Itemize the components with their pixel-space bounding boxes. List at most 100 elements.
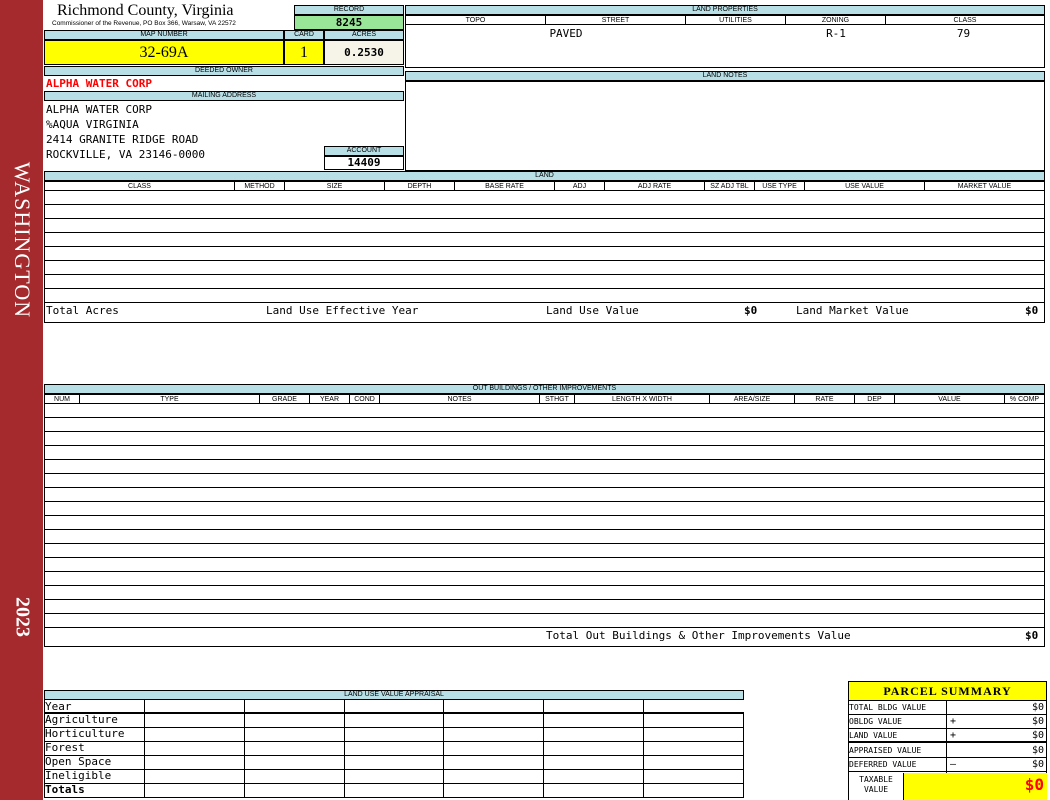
summary-label: APPRAISED VALUE [849, 746, 922, 755]
appraisal-row-label: Ineligible [44, 769, 145, 783]
appraisal-row-label: Open Space [44, 755, 145, 769]
parcel-summary-title: PARCEL SUMMARY [848, 681, 1047, 701]
address-line: ALPHA WATER CORP [46, 103, 152, 116]
address-line: ROCKVILLE, VA 23146-0000 [46, 148, 205, 161]
ob-row-divider [44, 627, 1045, 628]
district-name: WASHINGTON [9, 161, 35, 319]
summary-row-total-bldg: TOTAL BLDG VALUE $0 [848, 701, 1047, 715]
zoning-value: R-1 [826, 27, 846, 40]
land-row-divider [44, 190, 1045, 191]
summary-sign: + [950, 730, 957, 741]
appraisal-row-label: Totals [44, 783, 145, 797]
col-utilities: UTILITIES [686, 16, 786, 25]
taxable-label-line: VALUE [863, 785, 889, 794]
address-line: 2414 GRANITE RIDGE ROAD [46, 133, 199, 146]
tax-year: 2023 [11, 597, 33, 637]
card-label: CARD [284, 30, 324, 40]
appraisal-row-label: Agriculture [44, 713, 145, 727]
land-row-divider [44, 302, 1045, 303]
land-row-divider [44, 288, 1045, 289]
address-line: %AQUA VIRGINIA [46, 118, 139, 131]
summary-value: $0 [1031, 730, 1044, 741]
district-sidebar: WASHINGTON 2023 [0, 0, 43, 800]
ob-row-divider [44, 529, 1045, 530]
summary-value: $0 [1031, 759, 1044, 770]
record-label: RECORD [294, 5, 404, 15]
outbuildings-total-value: $0 [1025, 629, 1039, 642]
acres-label: ACRES [324, 30, 404, 40]
land-properties-table: TOPO STREET UTILITIES ZONING CLASS PAVED… [405, 15, 1045, 68]
appraisal-row-ineligible: Ineligible [44, 769, 744, 783]
taxable-label-line: TAXABLE [859, 775, 893, 784]
map-number-label: MAP NUMBER [44, 30, 284, 40]
appraisal-row-agriculture: Agriculture [44, 713, 744, 727]
ob-row-divider [44, 459, 1045, 460]
land-properties-title: LAND PROPERTIES [405, 5, 1045, 15]
ob-row-divider [44, 585, 1045, 586]
col-class: CLASS [886, 16, 1044, 25]
record-value: 8245 [294, 15, 404, 30]
land-row-divider [44, 246, 1045, 247]
class-value: 79 [956, 27, 971, 40]
land-use-value: $0 [744, 304, 758, 317]
land-market-value: $0 [1025, 304, 1039, 317]
ob-row-divider [44, 403, 1045, 404]
ob-row-divider [44, 417, 1045, 418]
land-row-divider [44, 204, 1045, 205]
appraisal-row-label: Year [44, 700, 145, 713]
deeded-owner-label: DEEDED OWNER [44, 66, 404, 76]
appraisal-row-horticulture: Horticulture [44, 727, 744, 741]
appraisal-row-forest: Forest [44, 741, 744, 755]
land-row-divider [44, 260, 1045, 261]
ob-row-divider [44, 473, 1045, 474]
land-use-value-label: Land Use Value [546, 304, 639, 317]
office-line: Commissioner of the Revenue, PO Box 366,… [52, 20, 236, 27]
card-number: 1 [284, 40, 324, 65]
land-row-divider [44, 232, 1045, 233]
appraisal-row-label: Forest [44, 741, 145, 755]
land-notes-area [405, 81, 1045, 171]
map-number: 32-69A [44, 40, 284, 65]
summary-row-land: LAND VALUE + $0 [848, 729, 1047, 743]
ob-row-divider [44, 515, 1045, 516]
land-use-appraisal-table: Year Agriculture Horticulture Forest Ope… [44, 700, 744, 798]
summary-row-appraised: APPRAISED VALUE $0 [848, 744, 1047, 758]
appraisal-row-year: Year [44, 700, 744, 713]
taxable-value: $0 [903, 773, 1047, 800]
ob-row-divider [44, 543, 1045, 544]
ob-row-divider [44, 599, 1045, 600]
summary-label: LAND VALUE [849, 731, 898, 740]
outbuildings-title: OUT BUILDINGS / OTHER IMPROVEMENTS [44, 384, 1045, 394]
effective-year-label: Land Use Effective Year [266, 304, 419, 317]
ob-row-divider [44, 445, 1045, 446]
outbuildings-total-label: Total Out Buildings & Other Improvements… [546, 629, 851, 642]
summary-label: TOTAL BLDG VALUE [849, 703, 927, 712]
ob-row-divider [44, 557, 1045, 558]
land-notes-title: LAND NOTES [405, 71, 1045, 81]
col-zoning: ZONING [786, 16, 886, 25]
summary-label: DEFERRED VALUE [849, 760, 917, 769]
land-row-divider [44, 274, 1045, 275]
summary-row-obldg: OBLDG VALUE + $0 [848, 715, 1047, 729]
account-number: 14409 [324, 156, 404, 170]
summary-sign: – [950, 759, 957, 770]
deeded-owner: ALPHA WATER CORP [46, 77, 152, 90]
appraisal-row-totals: Totals [44, 783, 744, 797]
ob-row-divider [44, 487, 1045, 488]
county-title: Richmond County, Virginia [57, 2, 234, 19]
summary-value: $0 [1031, 702, 1044, 713]
street-value: PAVED [549, 27, 583, 40]
col-street: STREET [546, 16, 686, 25]
ob-row-divider [44, 501, 1045, 502]
land-use-appraisal-title: LAND USE VALUE APPRAISAL [44, 690, 744, 700]
ob-row-divider [44, 571, 1045, 572]
summary-row-deferred: DEFERRED VALUE – $0 [848, 758, 1047, 772]
mailing-address: ALPHA WATER CORP %AQUA VIRGINIA 2414 GRA… [46, 102, 205, 162]
land-row-divider [44, 218, 1045, 219]
summary-value: $0 [1031, 716, 1044, 727]
summary-label: OBLDG VALUE [849, 717, 902, 726]
col-topo: TOPO [406, 16, 546, 25]
account-label: ACCOUNT [324, 146, 404, 156]
land-title: LAND [44, 171, 1045, 181]
summary-value: $0 [1031, 745, 1044, 756]
